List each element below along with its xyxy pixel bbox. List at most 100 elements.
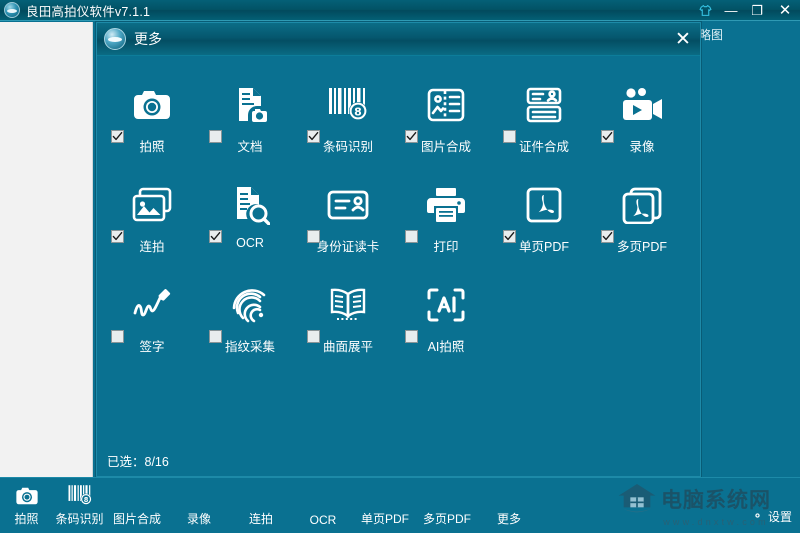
toolbar-item[interactable]: 录像 [168,477,230,533]
toolbar-item-label: 单页PDF [360,512,409,526]
feature-grid: 拍照 文档 8 条码识别 图片合成 证件合成 录像 连拍 OCR 身份证读卡 打… [97,56,700,380]
feature-item[interactable]: 连拍 [103,180,201,280]
svg-text:8: 8 [354,106,362,119]
minimize-button[interactable]: — [718,0,744,21]
feature-label: 文档 [237,140,263,154]
feature-label: 录像 [629,140,655,154]
toolbar-item-label: 多页PDF [422,512,471,526]
feature-label: OCR [236,236,264,250]
settings-button[interactable]: 设置 [751,508,792,525]
selection-status: 已选：8/16 [107,454,169,469]
feature-checkbox[interactable] [503,130,516,143]
feature-item[interactable]: 多页PDF [593,180,691,280]
book-flatten-icon [325,282,371,328]
feature-item[interactable]: 拍照 [103,80,201,180]
toolbar-item[interactable]: 拍照 [0,477,53,533]
feature-checkbox[interactable] [405,330,418,343]
window-title: 良田高拍仪软件v7.1.1 [26,4,151,19]
feature-item[interactable]: 图片合成 [397,80,495,180]
feature-checkbox[interactable] [209,330,222,343]
barcode-icon: 8 [65,481,95,507]
burst-photo-icon [129,182,175,228]
feature-label: 图片合成 [420,140,471,154]
feature-label: 打印 [433,240,459,254]
feature-label: 单页PDF [518,240,569,254]
feature-item[interactable]: 指纹采集 [201,280,299,380]
feature-checkbox[interactable] [601,130,614,143]
pdf-single-icon [521,182,567,228]
toolbar-item[interactable]: 单页PDF [354,477,416,533]
bottom-toolbar: 拍照 8 条码识别 图片合成 录像 连拍 OCR 单页PDF 多页PDF 更多 设置 [0,477,800,533]
feature-checkbox[interactable] [111,230,124,243]
feature-checkbox[interactable] [405,130,418,143]
feature-checkbox[interactable] [209,130,222,143]
feature-row: 连拍 OCR 身份证读卡 打印 单页PDF 多页PDF [103,180,694,280]
feature-row: 签字 指纹采集 曲面展平 AI拍照 [103,280,694,380]
printer-icon [423,182,469,228]
window-controls: — ❐ ✕ [692,0,800,21]
feature-checkbox[interactable] [307,230,320,243]
feature-checkbox[interactable] [503,230,516,243]
toolbar-item-label: 连拍 [248,512,273,526]
application-window: 良田高拍仪软件v7.1.1 — ❐ ✕ 略图 更多 ✕ 拍照 文档 8 条码识别… [0,0,800,533]
feature-checkbox[interactable] [209,230,222,243]
barcode-icon: 8 [325,82,371,128]
camera-icon [12,481,42,507]
svg-text:8: 8 [83,496,88,504]
fingerprint-icon [227,282,273,328]
feature-checkbox[interactable] [405,230,418,243]
feature-checkbox[interactable] [601,230,614,243]
toolbar-item[interactable]: 多页PDF [416,477,478,533]
toolbar-item[interactable]: 8 条码识别 [53,477,106,533]
thumbnail-strip: 略图 [696,22,800,477]
toolbar-item[interactable]: OCR [292,477,354,533]
feature-label: 指纹采集 [224,340,275,354]
feature-item[interactable]: 证件合成 [495,80,593,180]
feature-item[interactable]: 打印 [397,180,495,280]
camera-icon [129,82,175,128]
toolbar-item[interactable]: 连拍 [230,477,292,533]
feature-item[interactable]: 文档 [201,80,299,180]
ocr-icon [227,182,273,228]
id-card-icon [325,182,371,228]
feature-label: 拍照 [139,140,165,154]
feature-item[interactable]: 8 条码识别 [299,80,397,180]
toolbar-item-label: 录像 [186,512,211,526]
toolbar-item[interactable]: 更多 [478,477,540,533]
feature-item[interactable]: 签字 [103,280,201,380]
feature-item[interactable]: 录像 [593,80,691,180]
feature-checkbox[interactable] [111,130,124,143]
shirt-icon[interactable] [692,0,718,21]
feature-label: 身份证读卡 [316,240,380,254]
thumbnail-strip-label: 略图 [699,28,724,42]
feature-label: AI拍照 [427,340,465,354]
toolbar-item-label: 更多 [496,512,521,526]
signature-icon [129,282,175,328]
settings-label: 设置 [767,510,792,524]
feature-checkbox[interactable] [307,330,320,343]
gear-icon [751,509,764,525]
feature-checkbox[interactable] [307,130,320,143]
video-camera-icon [619,82,665,128]
maximize-button[interactable]: ❐ [744,0,770,21]
feature-label: 曲面展平 [322,340,373,354]
feature-row: 拍照 文档 8 条码识别 图片合成 证件合成 录像 [103,80,694,180]
close-button[interactable]: ✕ [770,0,800,21]
feature-item[interactable]: 单页PDF [495,180,593,280]
toolbar-item-label: 条码识别 [55,512,104,526]
feature-item[interactable]: 曲面展平 [299,280,397,380]
toolbar-item[interactable]: 图片合成 [106,477,168,533]
more-dialog: 更多 ✕ 拍照 文档 8 条码识别 图片合成 证件合成 录像 连拍 OCR 身份… [96,22,701,477]
feature-label: 连拍 [139,240,165,254]
feature-item[interactable]: 身份证读卡 [299,180,397,280]
feature-item[interactable]: OCR [201,180,299,280]
feature-item[interactable]: AI拍照 [397,280,495,380]
image-merge-icon [423,82,469,128]
toolbar-items: 拍照 8 条码识别 图片合成 录像 连拍 OCR 单页PDF 多页PDF 更多 [0,478,800,533]
more-dialog-titlebar: 更多 ✕ [97,23,700,56]
dialog-close-button[interactable]: ✕ [670,26,696,52]
feature-label: 证件合成 [518,140,569,154]
feature-checkbox[interactable] [111,330,124,343]
document-scan-icon [227,82,273,128]
more-dialog-title: 更多 [134,31,162,47]
